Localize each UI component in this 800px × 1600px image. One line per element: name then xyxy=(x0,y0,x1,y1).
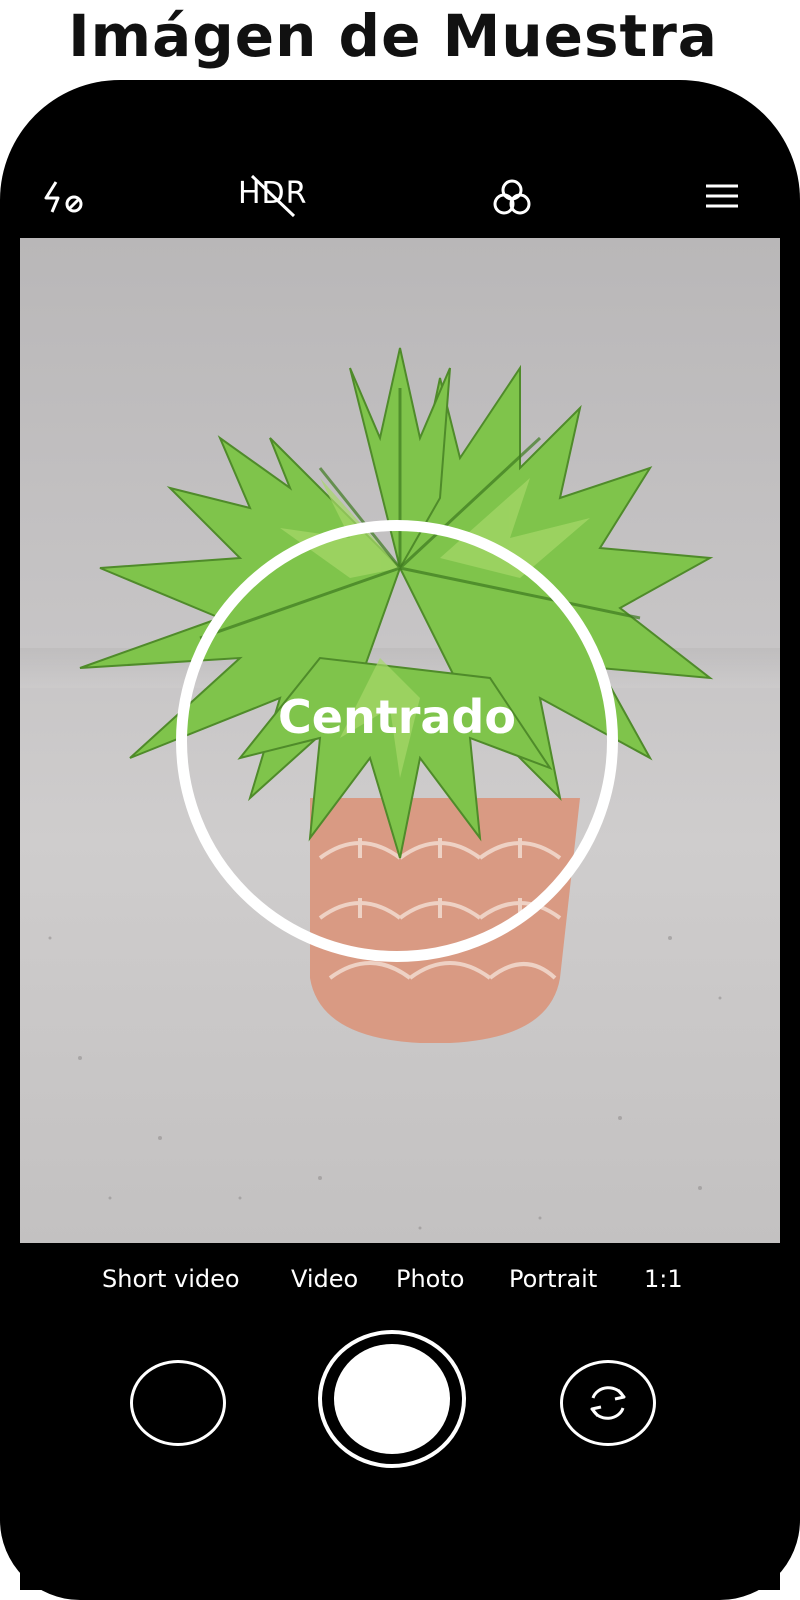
camera-controls xyxy=(20,1330,780,1490)
mode-video[interactable]: Video xyxy=(291,1265,358,1293)
mode-photo[interactable]: Photo xyxy=(396,1265,464,1293)
hdr-toggle[interactable]: HDR xyxy=(238,174,314,218)
mode-short-video[interactable]: Short video xyxy=(102,1265,240,1293)
page-title: Imágen de Muestra xyxy=(68,2,718,70)
gallery-thumbnail-button[interactable] xyxy=(130,1360,226,1446)
mode-portrait[interactable]: Portrait xyxy=(509,1265,597,1293)
viewfinder[interactable]: Centrado xyxy=(20,238,780,1243)
camera-screen: HDR Centrado Short video Video Photo Por… xyxy=(20,150,780,1590)
switch-camera-icon xyxy=(590,1386,626,1420)
mode-selector: Short video Video Photo Portrait 1:1 xyxy=(20,1255,780,1315)
filters-icon[interactable] xyxy=(490,176,534,220)
switch-camera-button[interactable] xyxy=(560,1360,656,1446)
shutter-button[interactable] xyxy=(318,1330,466,1468)
camera-topbar: HDR xyxy=(20,150,780,238)
menu-icon[interactable] xyxy=(704,180,740,212)
shutter-inner xyxy=(334,1344,450,1454)
flash-off-icon[interactable] xyxy=(42,178,90,218)
mode-1-1[interactable]: 1:1 xyxy=(644,1265,683,1293)
focus-label: Centrado xyxy=(278,690,516,744)
